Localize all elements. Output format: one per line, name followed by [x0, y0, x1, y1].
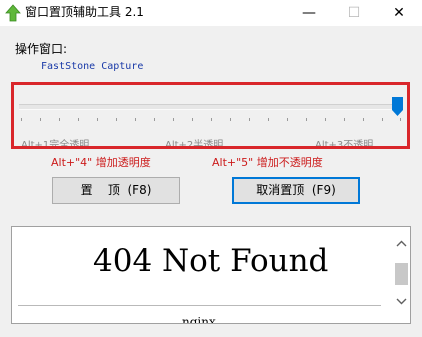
window-title: 窗口置顶辅助工具 2.1	[25, 5, 144, 19]
chevron-up-icon[interactable]	[393, 236, 410, 252]
pin-top-button[interactable]: 置 顶 (F8)	[52, 177, 180, 204]
error-heading: 404 Not Found	[93, 243, 329, 279]
hint-increase-transparency: Alt+"4" 增加透明度	[51, 156, 151, 169]
server-name: nginx	[182, 315, 216, 324]
web-preview-pane[interactable]: 404 Not Found nginx	[11, 226, 411, 324]
title-bar: 窗口置顶辅助工具 2.1 — ☐ ✕	[0, 0, 422, 26]
divider	[18, 305, 381, 306]
maximize-button[interactable]: ☐	[331, 0, 377, 26]
scrollbar-thumb[interactable]	[395, 263, 408, 285]
unpin-top-button[interactable]: 取消置顶 (F9)	[232, 177, 360, 204]
highlight-annotation-box	[11, 82, 410, 149]
close-button[interactable]: ✕	[376, 0, 422, 26]
target-window-label: 操作窗口:	[15, 42, 68, 56]
hint-increase-opacity: Alt+"5" 增加不透明度	[212, 156, 323, 169]
green-up-arrow-icon	[5, 4, 21, 22]
chevron-down-icon[interactable]	[393, 293, 410, 309]
vertical-scrollbar[interactable]	[393, 227, 410, 323]
minimize-button[interactable]: —	[286, 0, 332, 26]
target-window-name: FastStone Capture	[41, 61, 144, 72]
